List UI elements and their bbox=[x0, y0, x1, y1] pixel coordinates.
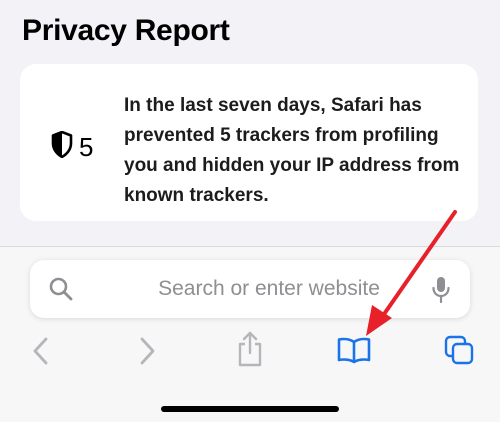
forward-button[interactable] bbox=[134, 335, 162, 371]
address-bar[interactable] bbox=[30, 260, 470, 318]
share-icon bbox=[235, 330, 265, 373]
magnifier-icon bbox=[48, 276, 74, 307]
privacy-report-card[interactable]: 5 In the last seven days, Safari has pre… bbox=[20, 64, 478, 221]
bookmarks-button[interactable] bbox=[336, 336, 372, 368]
home-indicator bbox=[161, 406, 339, 412]
safari-bottom-toolbar bbox=[0, 246, 500, 422]
search-input[interactable] bbox=[124, 274, 414, 304]
book-icon bbox=[336, 336, 372, 369]
share-button[interactable] bbox=[234, 331, 266, 371]
back-button[interactable] bbox=[26, 335, 54, 371]
tabs-icon bbox=[443, 334, 475, 371]
privacy-summary-text: In the last seven days, Safari has preve… bbox=[124, 95, 460, 206]
chevron-left-icon bbox=[31, 336, 49, 371]
microphone-icon[interactable] bbox=[430, 275, 452, 310]
tracker-count-group: 5 bbox=[51, 130, 94, 163]
shield-half-icon bbox=[51, 130, 73, 163]
chevron-right-icon bbox=[139, 336, 157, 371]
tracker-count: 5 bbox=[79, 131, 94, 162]
tabs-button[interactable] bbox=[442, 335, 476, 369]
page-title: Privacy Report bbox=[22, 14, 230, 47]
privacy-report-page: Privacy Report 5 In the last seven days,… bbox=[0, 0, 500, 246]
